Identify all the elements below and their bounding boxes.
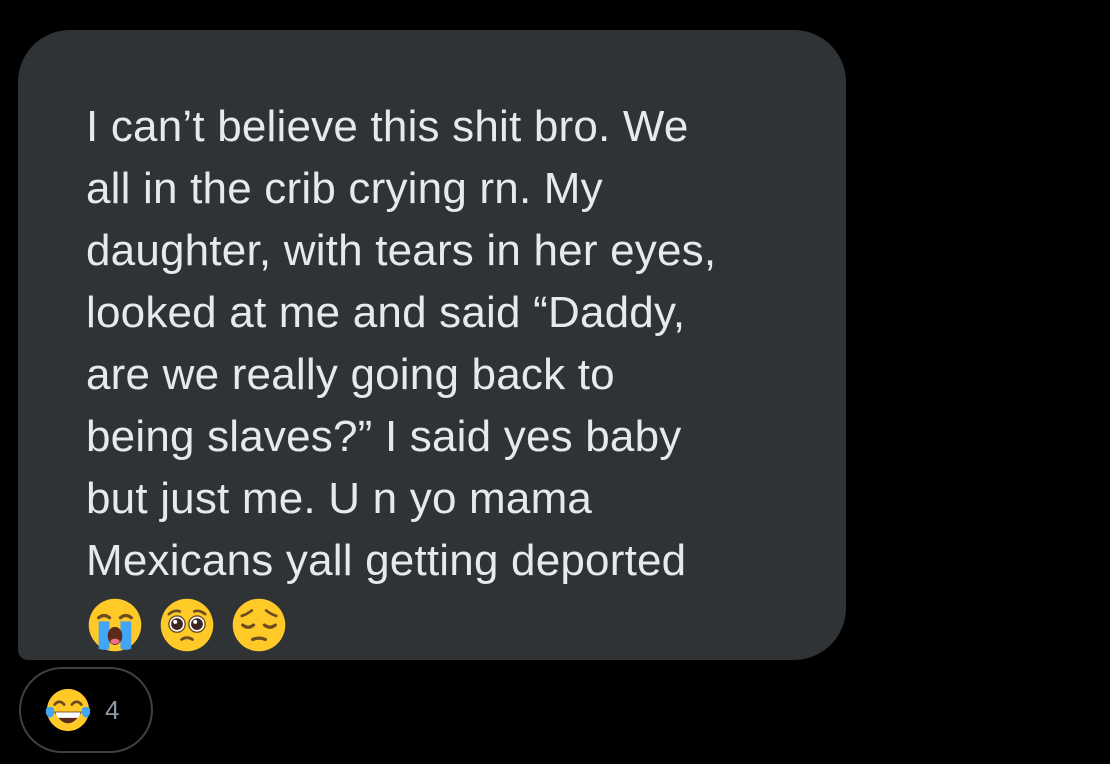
message-text-line: all in the crib crying rn. My [86, 164, 603, 213]
message-text-line: daughter, with tears in her eyes, [86, 226, 717, 275]
message-bubble[interactable]: I can’t believe this shit bro. We all in… [18, 30, 846, 660]
face-with-tears-of-joy-icon [45, 688, 91, 732]
chat-area: I can’t believe this shit bro. We all in… [0, 0, 1110, 764]
pensive-face-icon [232, 598, 286, 652]
message-emoji-row [86, 594, 806, 656]
reaction-button[interactable]: 4 [19, 667, 153, 753]
message-text-line: I can’t believe this shit bro. We [86, 102, 689, 151]
loudly-crying-face-icon [88, 598, 142, 652]
message-text-line: are we really going back to [86, 350, 615, 399]
pleading-face-icon [160, 598, 214, 652]
reaction-count: 4 [105, 695, 120, 725]
message-text-line: looked at me and said “Daddy, [86, 288, 686, 337]
message-text-line: being slaves?” I said yes baby [86, 412, 682, 461]
message-text-line: Mexicans yall getting deported [86, 536, 687, 585]
message-text-line: but just me. U n yo mama [86, 474, 593, 523]
